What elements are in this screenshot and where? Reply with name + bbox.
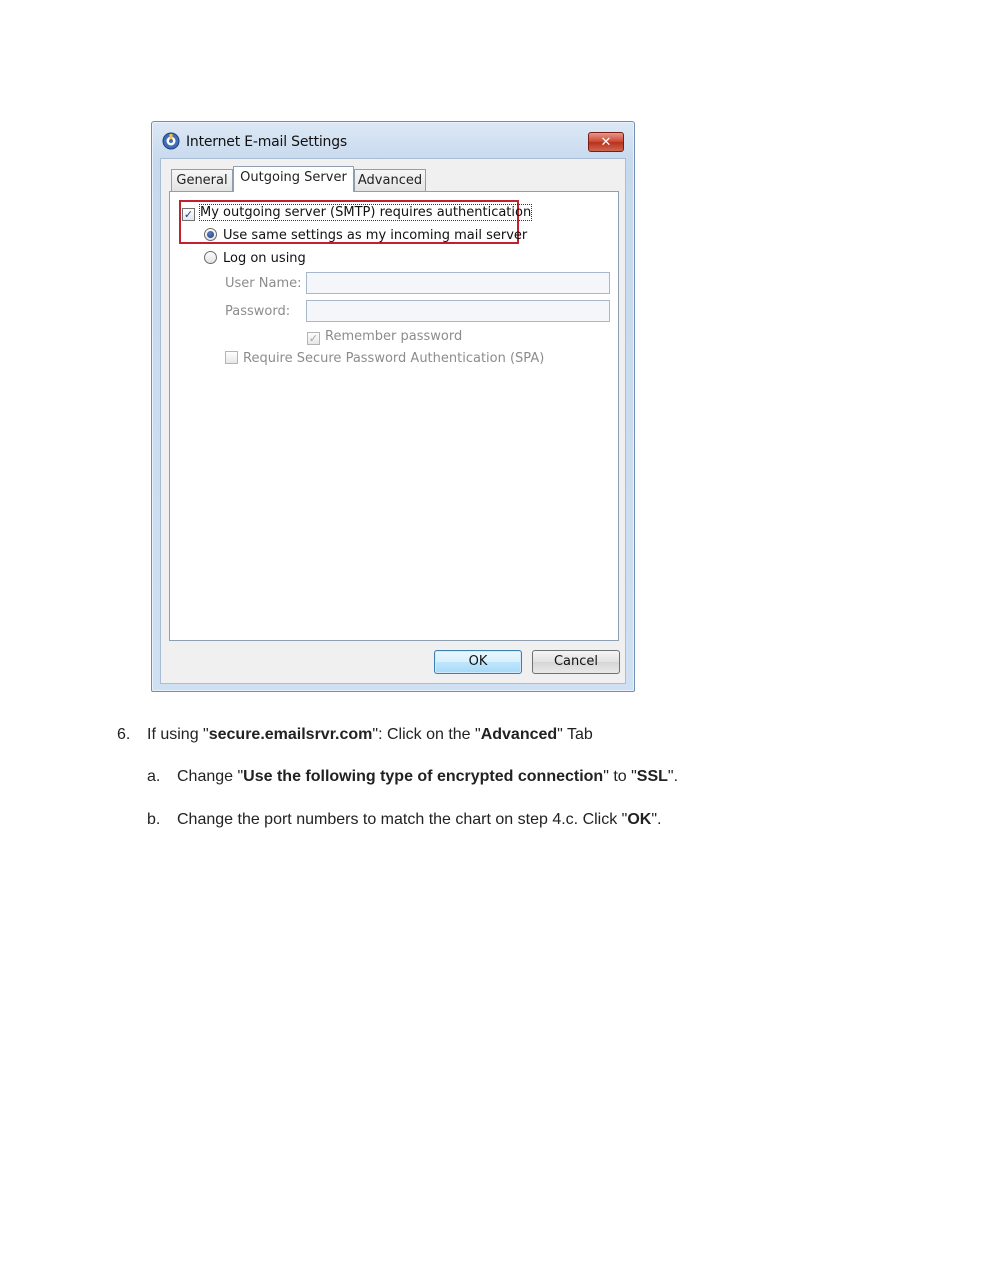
bold-term: SSL [636, 768, 668, 785]
text-run: ": Click on the " [372, 726, 481, 743]
list-marker: a. [147, 768, 161, 785]
tab-advanced[interactable]: Advanced [354, 169, 426, 191]
internet-email-settings-dialog: Internet E-mail Settings ✕ General Outgo… [151, 121, 635, 692]
logon-using-row[interactable]: Log on using [204, 251, 306, 266]
remember-password-label: Remember password [325, 329, 463, 344]
password-field[interactable] [306, 300, 610, 322]
dialog-title: Internet E-mail Settings [186, 134, 348, 150]
tab-advanced-label: Advanced [357, 173, 423, 188]
tab-general-label: General [176, 173, 228, 188]
text-run: If using " [147, 726, 209, 743]
bold-term: Advanced [480, 726, 558, 743]
outlook-settings-icon [162, 132, 180, 150]
cancel-button[interactable]: Cancel [532, 650, 620, 674]
remember-password-row[interactable]: ✓ Remember password [307, 329, 462, 345]
logon-using-radio[interactable] [204, 251, 217, 264]
same-settings-radio[interactable] [204, 228, 217, 241]
text-run: " Tab [557, 726, 593, 743]
bold-term: OK [627, 811, 652, 828]
text-run: ". [651, 811, 662, 828]
instruction-text: Change "Use the following type of encryp… [177, 768, 678, 786]
password-label: Password: [225, 304, 291, 319]
tab-outgoing-server-label: Outgoing Server [240, 170, 347, 185]
text-run: Change the port numbers to match the cha… [177, 811, 628, 828]
bold-term: secure.emailsrvr.com [208, 726, 373, 743]
close-button[interactable]: ✕ [588, 132, 624, 152]
username-label: User Name: [225, 276, 302, 291]
outgoing-server-panel: ✓ My outgoing server (SMTP) requires auth… [169, 191, 619, 641]
same-settings-label: Use same settings as my incoming mail se… [223, 228, 528, 243]
same-settings-row[interactable]: Use same settings as my incoming mail se… [204, 228, 527, 243]
list-marker: b. [147, 811, 161, 828]
smtp-auth-label: My outgoing server (SMTP) requires authe… [198, 204, 533, 221]
spa-checkbox[interactable] [225, 351, 238, 364]
logon-using-label: Log on using [223, 251, 306, 266]
username-field[interactable] [306, 272, 610, 294]
smtp-auth-checkbox[interactable]: ✓ [182, 208, 195, 221]
title-bar[interactable]: Internet E-mail Settings ✕ [152, 122, 634, 156]
tab-general[interactable]: General [171, 169, 233, 191]
dialog-client-area: General Outgoing Server Advanced ✓ My out… [160, 158, 626, 684]
ok-button[interactable]: OK [434, 650, 522, 674]
text-run: ". [667, 768, 679, 785]
bold-term: Use the following type of encrypted conn… [243, 768, 604, 785]
text-run: " to " [603, 768, 637, 785]
tab-outgoing-server[interactable]: Outgoing Server [233, 166, 354, 192]
list-marker: 6. [117, 726, 131, 743]
instruction-text: Change the port numbers to match the cha… [177, 811, 661, 829]
close-icon: ✕ [600, 134, 612, 150]
spa-row[interactable]: Require Secure Password Authentication (… [225, 351, 544, 366]
text-run: Change " [177, 768, 244, 785]
instruction-text: If using "secure.emailsrvr.com": Click o… [147, 726, 593, 744]
spa-label: Require Secure Password Authentication (… [243, 351, 545, 366]
remember-password-checkbox[interactable]: ✓ [307, 332, 320, 345]
smtp-auth-row[interactable]: ✓ My outgoing server (SMTP) requires auth… [182, 204, 533, 221]
